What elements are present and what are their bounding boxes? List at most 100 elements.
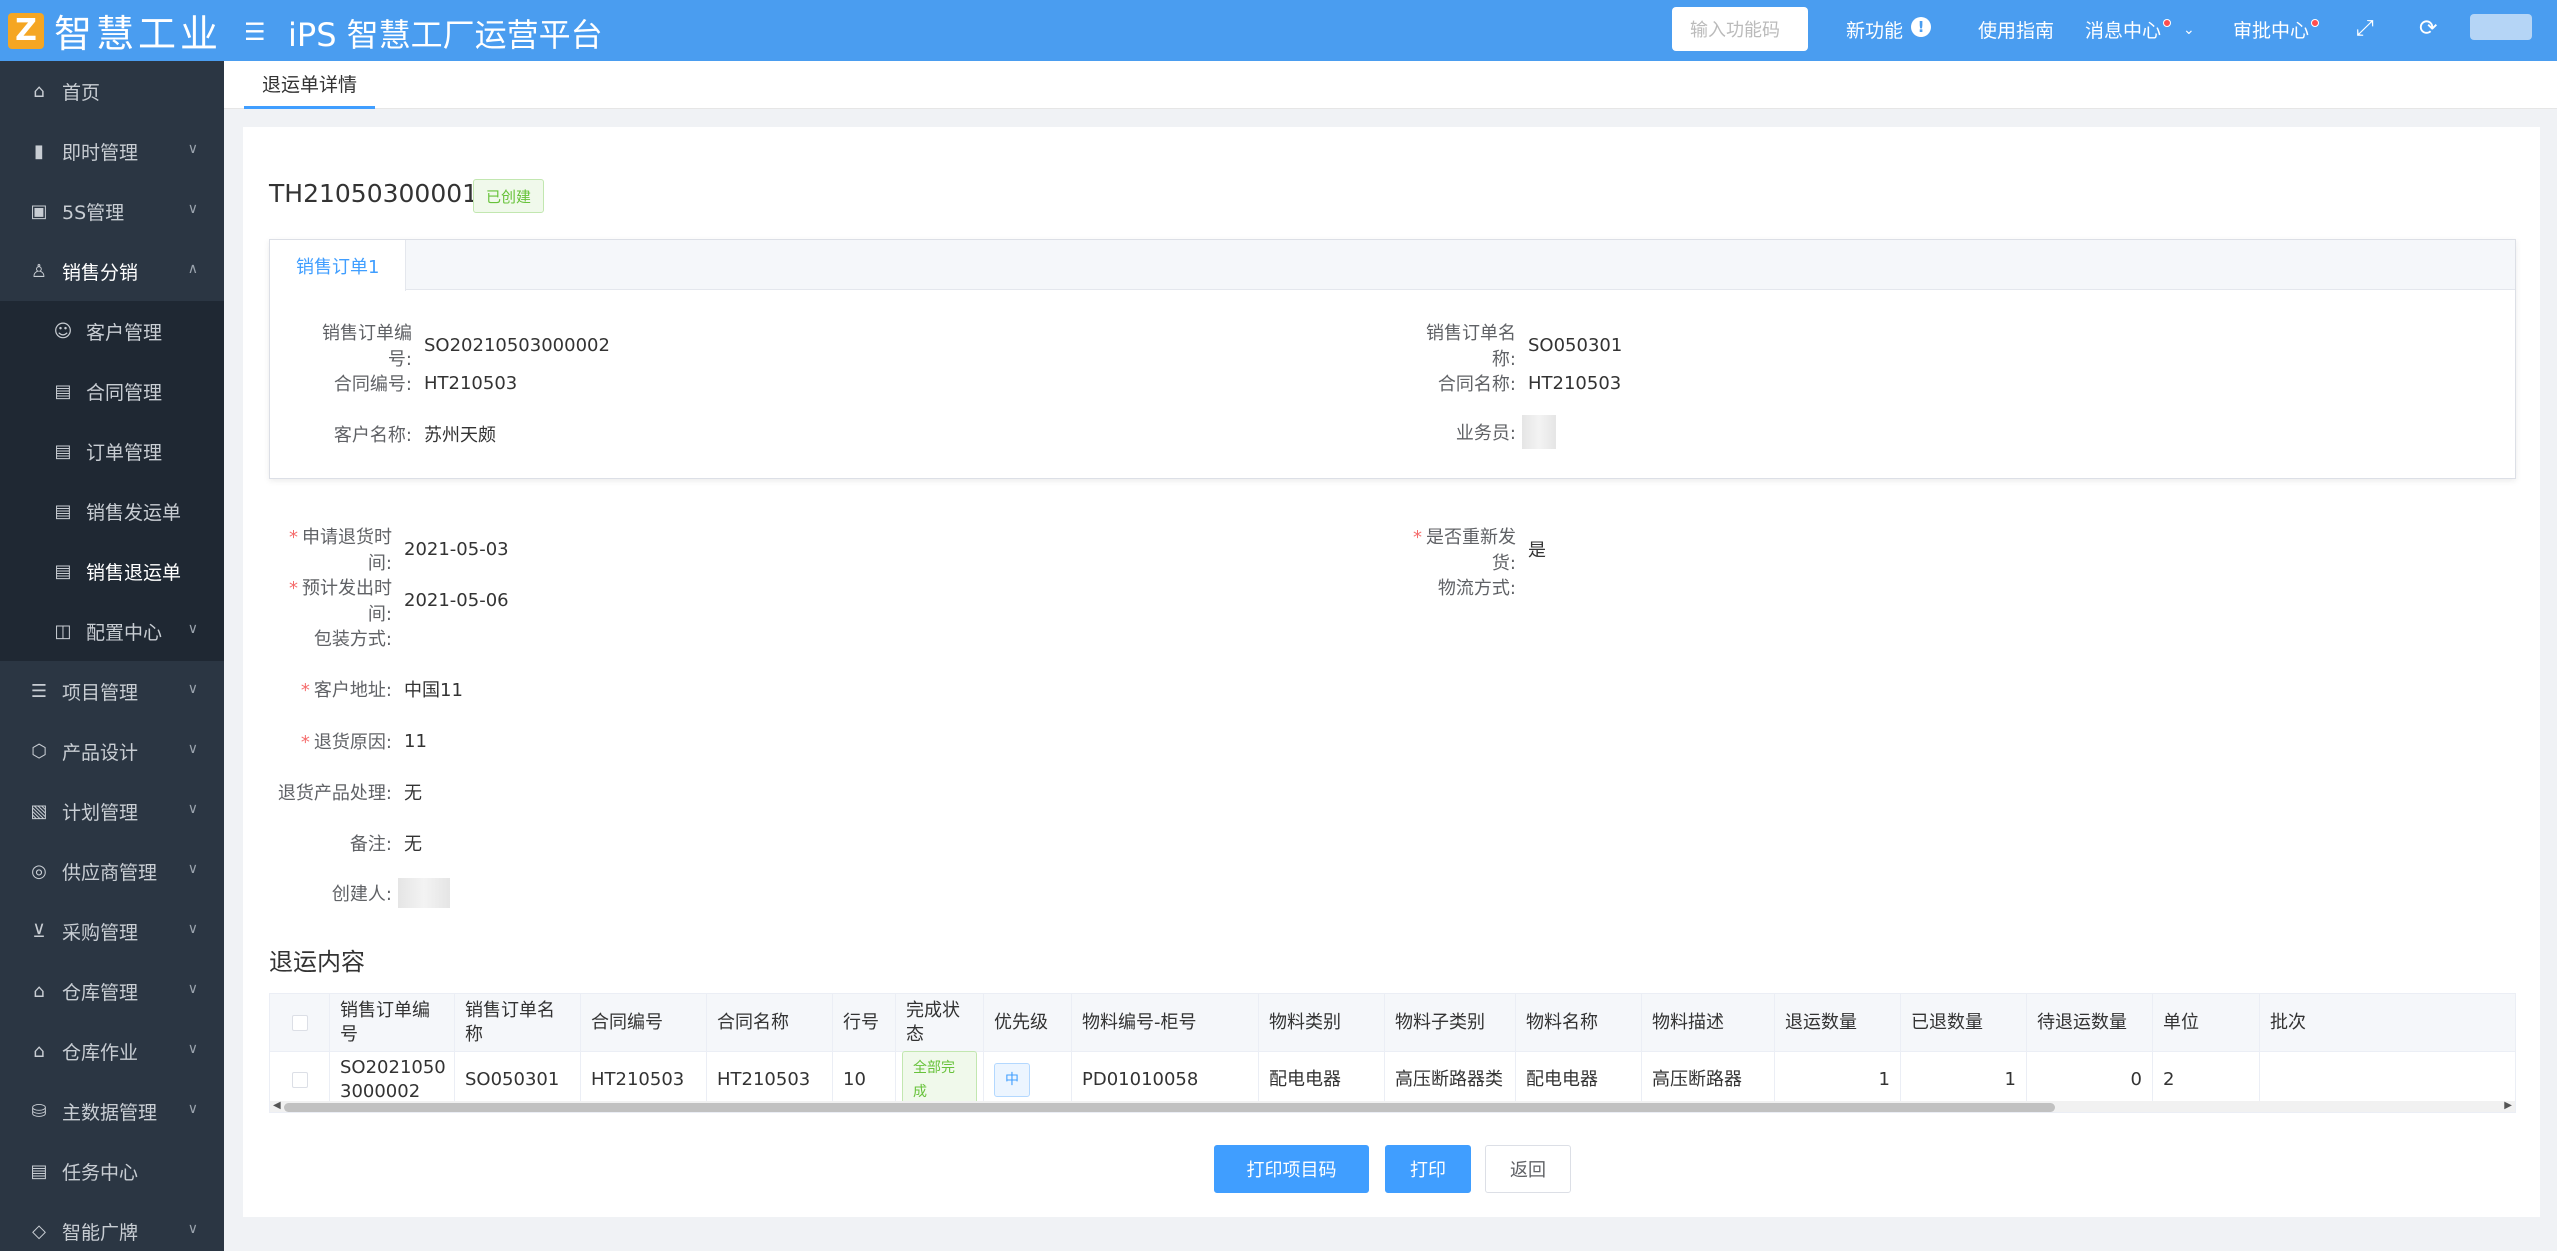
sidebar-item-shipments[interactable]: ▤ 销售发运单	[0, 481, 224, 541]
table-row[interactable]: SO2021050 3000002 SO050301 HT210503 HT21…	[270, 1051, 2515, 1109]
sidebar-item-label: 产品设计	[62, 741, 139, 764]
sidebar-item-config[interactable]: ◫ 配置中心 ∨	[0, 601, 224, 661]
field-label: 申请退货时间:	[302, 527, 392, 574]
column-header[interactable]: 待退运数量	[2027, 994, 2153, 1051]
page-title: TH21050300001	[269, 179, 479, 208]
sidebar-item-label: 项目管理	[62, 681, 139, 704]
sidebar-item-contracts[interactable]: ▤ 合同管理	[0, 361, 224, 421]
field-label: 销售订单编号:	[322, 323, 412, 370]
required-mark: *	[300, 680, 310, 701]
cube-icon: ⬡	[31, 740, 47, 762]
chevron-down-icon: ∨	[187, 921, 198, 937]
column-header[interactable]: 单位	[2153, 994, 2260, 1051]
column-header[interactable]: 退运数量	[1775, 994, 1901, 1051]
column-header[interactable]: 销售订单名称	[455, 994, 581, 1051]
chevron-down-icon: ∨	[187, 141, 198, 157]
sidebar-item-warehouse-ops[interactable]: ⌂ 仓库作业 ∨	[0, 1021, 224, 1081]
column-header[interactable]: 已退数量	[1901, 994, 2027, 1051]
fullscreen-icon[interactable]: ⤢	[2356, 16, 2374, 41]
order-icon: ▤	[54, 440, 72, 462]
field-value: 无	[404, 834, 422, 855]
function-code-input[interactable]: 输入功能码	[1672, 7, 1808, 51]
sales-order-no-field: 销售订单编号: SO20210503000002	[301, 319, 610, 371]
contract-icon: ▤	[54, 380, 72, 402]
message-center-link[interactable]: 消息中心 ⌄	[2085, 16, 2195, 43]
sidebar-item-purchasing[interactable]: ⊻ 采购管理 ∨	[0, 901, 224, 961]
tab-sales-order-1[interactable]: 销售订单1	[270, 240, 407, 291]
table-cell: 0	[2027, 1052, 2153, 1108]
top-header: Z 智慧工业 ☰ iPS 智慧工厂运营平台 输入功能码 新功能 ! 使用指南 消…	[0, 0, 2557, 61]
sidebar-item-instant[interactable]: ▮ 即时管理 ∨	[0, 121, 224, 181]
chevron-down-icon: ∨	[187, 1101, 198, 1117]
sidebar-item-smart-signage[interactable]: ◇ 智能广牌 ∨	[0, 1201, 224, 1251]
column-header[interactable]: 物料名称	[1516, 994, 1642, 1051]
refresh-icon[interactable]: ⟳	[2419, 16, 2437, 41]
column-header[interactable]: 物料类别	[1259, 994, 1385, 1051]
field-value: HT210503	[1528, 372, 1622, 394]
approval-center-link[interactable]: 审批中心	[2233, 16, 2320, 43]
sidebar-item-product-design[interactable]: ⬡ 产品设计 ∨	[0, 721, 224, 781]
plan-icon: ▧	[30, 800, 48, 822]
chevron-down-icon: ∨	[187, 1041, 198, 1057]
guide-link[interactable]: 使用指南	[1978, 16, 2054, 43]
tab-return-detail[interactable]: 退运单详情	[244, 61, 376, 109]
scroll-right-icon[interactable]: ▶	[2504, 1100, 2512, 1111]
column-header[interactable]: 物料编号-柜号	[1072, 994, 1259, 1051]
logo[interactable]: Z 智慧工业	[0, 0, 224, 61]
sidebar-item-projects[interactable]: ☰ 项目管理 ∨	[0, 661, 224, 721]
logo-mark-icon: Z	[8, 12, 44, 49]
field-value: 11	[404, 730, 427, 752]
table-cell: 全部完成	[896, 1051, 984, 1109]
required-mark: *	[289, 527, 298, 548]
sidebar-item-label: 供应商管理	[62, 861, 158, 884]
horizontal-scrollbar[interactable]: ◀ ▶	[270, 1100, 2515, 1112]
column-header[interactable]: 批次	[2260, 994, 2515, 1051]
chevron-down-icon: ∨	[187, 1221, 198, 1237]
print-project-code-button[interactable]: 打印项目码	[1214, 1145, 1369, 1193]
column-header[interactable]: 合同名称	[707, 994, 833, 1051]
warehouse-icon: ⌂	[33, 980, 45, 1002]
logistics-field: 物流方式:	[1389, 574, 1516, 600]
apply-time-field: * 申请退货时间: 2021-05-03	[265, 523, 509, 575]
sidebar-item-label: 客户管理	[86, 321, 163, 344]
sidebar-item-home[interactable]: ⌂ 首页	[0, 61, 224, 121]
column-header[interactable]: 行号	[833, 994, 896, 1051]
field-value: 2021-05-03	[404, 538, 509, 560]
print-button[interactable]: 打印	[1385, 1145, 1471, 1193]
field-value: 苏州天颇	[424, 425, 496, 446]
scrollbar-thumb[interactable]	[284, 1103, 2055, 1112]
creator-field: 创建人:	[265, 878, 450, 908]
field-value: HT210503	[424, 372, 518, 394]
sidebar-item-sales[interactable]: ♙ 销售分销 ∧	[0, 241, 224, 301]
sidebar-item-suppliers[interactable]: ◎ 供应商管理 ∨	[0, 841, 224, 901]
sales-order-tabs: 销售订单1	[270, 240, 2515, 291]
guide-label: 使用指南	[1978, 20, 2055, 42]
back-button[interactable]: 返回	[1485, 1145, 1571, 1193]
column-header[interactable]: 优先级	[984, 994, 1072, 1051]
column-header[interactable]: 物料子类别	[1385, 994, 1516, 1051]
sidebar-item-returns[interactable]: ▤ 销售退运单	[0, 541, 224, 601]
column-header[interactable]: 销售订单编号	[330, 994, 455, 1051]
scroll-left-icon[interactable]: ◀	[273, 1100, 281, 1111]
sidebar-item-planning[interactable]: ▧ 计划管理 ∨	[0, 781, 224, 841]
sidebar-item-customers[interactable]: ☺ 客户管理	[0, 301, 224, 361]
field-label: 包装方式:	[313, 629, 392, 650]
home-icon: ⌂	[33, 80, 45, 102]
table-cell: 10	[833, 1052, 896, 1108]
sidebar-item-warehouse[interactable]: ⌂ 仓库管理 ∨	[0, 961, 224, 1021]
sidebar-item-5s[interactable]: ▣ 5S管理 ∨	[0, 181, 224, 241]
sidebar-item-master-data[interactable]: ⛁ 主数据管理 ∨	[0, 1081, 224, 1141]
column-header[interactable]: 物料描述	[1642, 994, 1775, 1051]
sidebar-item-tasks[interactable]: ▤ 任务中心	[0, 1141, 224, 1201]
column-header[interactable]: 完成状态	[896, 994, 984, 1051]
column-header[interactable]: 合同编号	[581, 994, 707, 1051]
return-items-table: 销售订单编号 销售订单名称 合同编号 合同名称 行号 完成状态 优先级 物料编号…	[269, 993, 2516, 1113]
menu-toggle-icon[interactable]: ☰	[244, 18, 266, 46]
select-all-checkbox[interactable]	[270, 994, 330, 1051]
user-icon: ♙	[30, 260, 48, 282]
bar-chart-icon: ▮	[34, 140, 44, 162]
avatar[interactable]	[2470, 14, 2532, 40]
field-value: 中国11	[404, 680, 463, 701]
sidebar-item-orders[interactable]: ▤ 订单管理	[0, 421, 224, 481]
new-features-link[interactable]: 新功能 !	[1846, 16, 1932, 43]
